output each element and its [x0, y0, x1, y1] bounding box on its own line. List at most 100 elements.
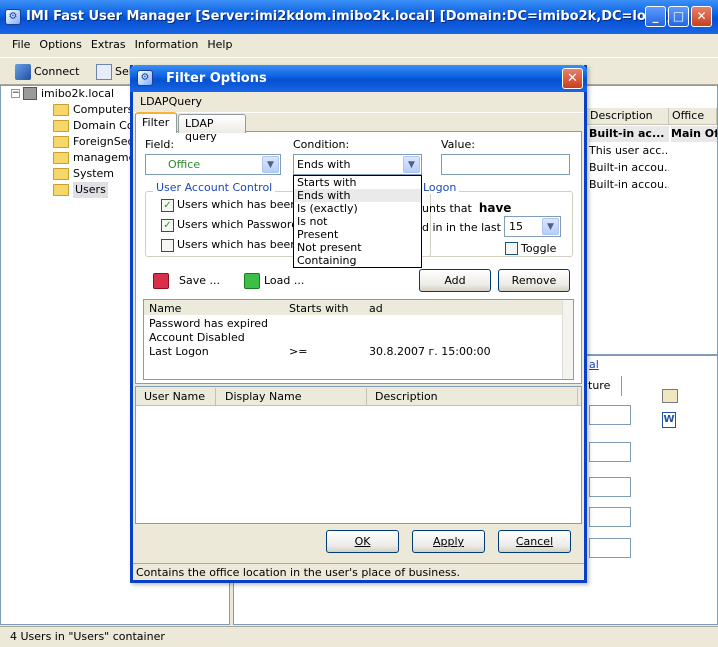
cancel-button[interactable]: Cancel [498, 530, 571, 553]
folder-icon [53, 104, 69, 116]
detail-field[interactable] [589, 477, 631, 497]
uac-checkbox-3[interactable] [161, 239, 174, 252]
list-cell-description[interactable]: Built-in accou... [589, 177, 669, 193]
results-header-displayname[interactable]: Display Name [217, 388, 367, 405]
apply-button[interactable]: Apply [412, 530, 485, 553]
word-icon[interactable]: W [662, 412, 676, 428]
load-button[interactable]: Load ... [244, 272, 324, 290]
criteria-header-row [144, 300, 562, 315]
dropdown-option[interactable]: Starts with [294, 176, 421, 189]
field-label: Field: [145, 138, 175, 151]
results-header-description[interactable]: Description [368, 388, 578, 405]
logon-text-2: d in in the last [422, 221, 501, 234]
add-button[interactable]: Add [419, 269, 491, 292]
folder-icon [53, 152, 69, 164]
load-label: Load ... [264, 274, 305, 287]
detail-link[interactable]: al [589, 358, 599, 371]
criteria-scrollbar[interactable] [562, 300, 573, 379]
tree-item-label: Computers [73, 103, 134, 116]
load-icon [244, 273, 260, 289]
remove-button[interactable]: Remove [498, 269, 570, 292]
tab-filter[interactable]: Filter [135, 112, 177, 133]
main-title-bar: ⚙ IMI Fast User Manager [Server:imi2kdom… [0, 0, 718, 34]
select-button[interactable]: Sel [93, 63, 132, 81]
chevron-down-icon[interactable]: ▼ [262, 156, 279, 173]
app-icon: ⚙ [5, 9, 21, 25]
dropdown-option[interactable]: Is not [294, 215, 421, 228]
tree-root-label: imibo2k.local [41, 87, 115, 100]
save-button[interactable]: Save ... [153, 272, 233, 290]
column-header-description[interactable]: Description [587, 108, 669, 125]
menu-options[interactable]: Options [36, 34, 84, 51]
dropdown-option[interactable]: Not present [294, 241, 421, 254]
menu-extras[interactable]: Extras [88, 34, 129, 51]
criteria-row-name[interactable]: Last Logon [149, 345, 209, 358]
column-header-office[interactable]: Office [669, 108, 717, 125]
chevron-down-icon[interactable]: ▼ [542, 218, 559, 235]
dropdown-option[interactable]: Present [294, 228, 421, 241]
dropdown-option[interactable]: Containing [294, 254, 421, 267]
uac-group-label: User Account Control [153, 181, 276, 194]
detail-field[interactable] [589, 405, 631, 425]
close-button[interactable]: ✕ [691, 6, 712, 27]
uac-label-1: Users which has been D [177, 198, 310, 211]
dialog-title: Filter Options [166, 71, 267, 86]
condition-dropdown-list[interactable]: Starts with Ends with Is (exactly) Is no… [293, 175, 422, 268]
criteria-row-condition: >= [289, 345, 308, 358]
uac-checkbox-2[interactable]: ✓ [161, 219, 174, 232]
menu-help[interactable]: Help [204, 34, 235, 51]
detail-field[interactable] [589, 442, 631, 462]
criteria-header-name: Name [149, 302, 182, 315]
criteria-row-name[interactable]: Account Disabled [149, 331, 245, 344]
save-icon [153, 273, 169, 289]
menu-information[interactable]: Information [132, 34, 202, 51]
window-title: IMI Fast User Manager [Server:imi2kdom.i… [26, 9, 673, 24]
detail-tab[interactable]: ture [588, 376, 622, 396]
value-label: Value: [441, 138, 475, 151]
condition-select[interactable]: Ends with ▼ [293, 154, 422, 175]
tree-item-label: Domain Cor [73, 119, 139, 132]
days-select-value: 15 [509, 220, 523, 233]
days-select[interactable]: 15 ▼ [504, 216, 561, 237]
criteria-header-value: ad [369, 302, 383, 315]
detail-field[interactable] [589, 507, 631, 527]
criteria-header-condition: Starts with [289, 302, 349, 315]
toggle-label: Toggle [521, 242, 557, 255]
criteria-grid[interactable]: Name Starts with ad Password has expired… [143, 299, 574, 380]
dialog-close-button[interactable]: ✕ [562, 68, 583, 89]
connect-button[interactable]: Connect [12, 63, 79, 81]
list-cell-description[interactable]: Built-in ac... [589, 126, 669, 142]
results-header-username[interactable]: User Name [136, 388, 216, 405]
list-cell-office[interactable]: Main Of [671, 126, 717, 142]
detail-field[interactable] [589, 538, 631, 558]
criteria-row-name[interactable]: Password has expired [149, 317, 268, 330]
dialog-icon: ⚙ [137, 70, 153, 86]
tab-ldap-query[interactable]: LDAP query [178, 114, 246, 143]
menu-file[interactable]: File [9, 34, 33, 51]
dropdown-option[interactable]: Is (exactly) [294, 202, 421, 215]
list-cell-description[interactable]: This user acc... [589, 143, 669, 159]
save-label: Save ... [179, 274, 220, 287]
condition-label: Condition: [293, 138, 350, 151]
list-cell-description[interactable]: Built-in accou... [589, 160, 669, 176]
logon-text-1-bold: have [478, 201, 512, 215]
field-select[interactable]: Office ▼ [145, 154, 281, 175]
select-icon [96, 64, 112, 80]
status-bar: 4 Users in "Users" container [0, 626, 718, 647]
maximize-button[interactable]: □ [668, 6, 689, 27]
value-input[interactable] [441, 154, 570, 175]
uac-checkbox-1[interactable]: ✓ [161, 199, 174, 212]
tree-item-label: System [73, 167, 115, 180]
menu-bar: File Options Extras Information Help [0, 34, 718, 56]
toggle-checkbox[interactable] [505, 242, 518, 255]
collapse-icon[interactable]: − [11, 89, 20, 98]
logon-text-1-plain: unts that [422, 202, 472, 215]
minimize-button[interactable]: _ [645, 6, 666, 27]
ldapquery-group-label: LDAPQuery [133, 92, 584, 113]
dropdown-option-selected[interactable]: Ends with [294, 189, 421, 202]
chevron-down-icon[interactable]: ▼ [403, 156, 420, 173]
ok-button[interactable]: OK [326, 530, 399, 553]
results-grid[interactable]: User Name Display Name Description [135, 386, 582, 524]
field-select-value: Office [168, 158, 201, 171]
properties-icon[interactable] [662, 389, 678, 403]
